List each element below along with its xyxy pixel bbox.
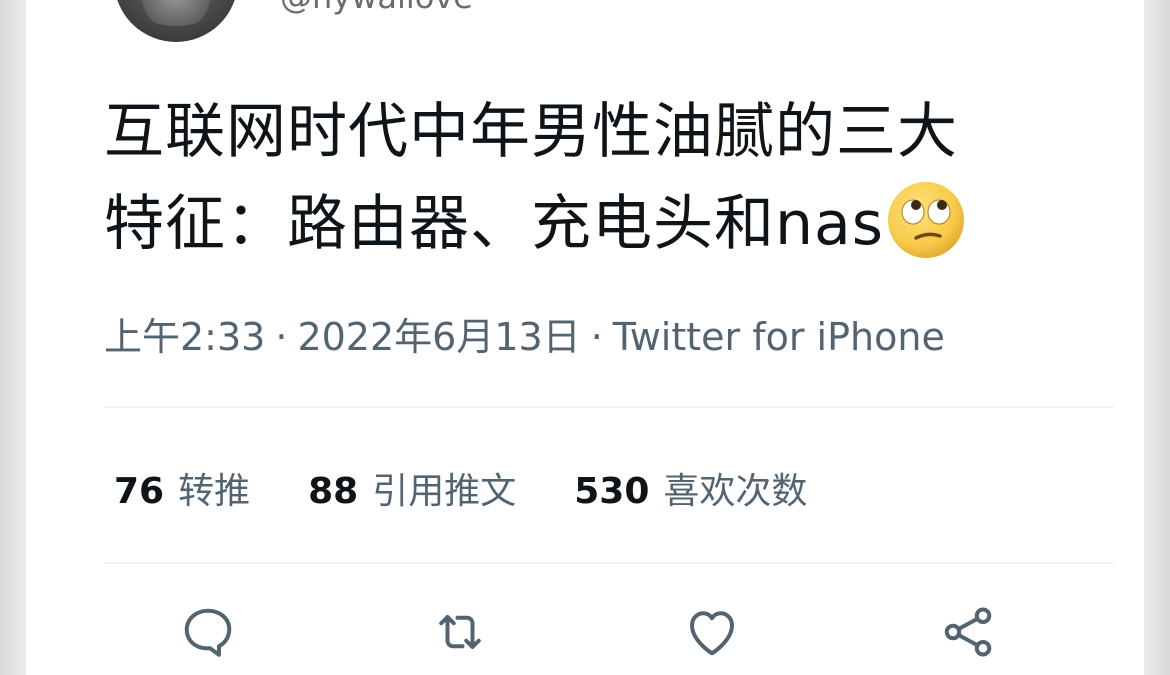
meta-separator: · bbox=[590, 315, 603, 359]
reply-icon bbox=[184, 608, 232, 657]
stat-count: 76 bbox=[114, 471, 165, 512]
divider-top bbox=[104, 406, 1114, 408]
stat-label: 引用推文 bbox=[372, 471, 517, 512]
user-handle[interactable]: @nywallove bbox=[280, 0, 473, 16]
stat-quote-tweets[interactable]: 88 引用推文 bbox=[308, 462, 516, 514]
stat-likes[interactable]: 530 喜欢次数 bbox=[574, 462, 807, 514]
like-button[interactable] bbox=[680, 600, 744, 664]
tweet-time[interactable]: 上午2:33 bbox=[104, 315, 265, 359]
tweet-card: @nywallove 互联网时代中年男性油腻的三大 特征：路由器、充电头和nas bbox=[26, 0, 1144, 675]
stat-count: 88 bbox=[308, 471, 359, 512]
share-button[interactable] bbox=[936, 600, 1000, 664]
background-left-edge bbox=[0, 0, 26, 675]
retweet-icon bbox=[439, 615, 481, 649]
action-bar bbox=[26, 600, 1144, 664]
tweet-stats: 76 转推 88 引用推文 530 喜欢次数 bbox=[114, 462, 807, 514]
tweet-text: 互联网时代中年男性油腻的三大 特征：路由器、充电头和nas bbox=[104, 86, 1084, 270]
tweet-date[interactable]: 2022年6月13日 bbox=[297, 315, 580, 359]
tweet-text-line-2-content: 特征：路由器、充电头和nas bbox=[104, 189, 885, 259]
share-icon bbox=[944, 607, 992, 657]
background-right-edge bbox=[1144, 0, 1170, 675]
tweet-text-line-1: 互联网时代中年男性油腻的三大 bbox=[104, 97, 958, 167]
tweet-meta: 上午2:33 · 2022年6月13日 · Twitter for iPhone bbox=[104, 306, 945, 361]
retweet-button[interactable] bbox=[428, 600, 492, 664]
stat-count: 530 bbox=[574, 471, 650, 512]
divider-bottom bbox=[104, 562, 1114, 564]
tweet-text-line-2: 特征：路由器、充电头和nas bbox=[104, 178, 1084, 270]
stat-retweets[interactable]: 76 转推 bbox=[114, 462, 250, 514]
avatar[interactable] bbox=[114, 0, 238, 42]
heart-icon bbox=[690, 611, 734, 656]
stat-label: 转推 bbox=[178, 471, 251, 512]
tweet-source[interactable]: Twitter for iPhone bbox=[613, 315, 945, 359]
rolling-eyes-emoji-icon bbox=[888, 182, 965, 258]
meta-separator: · bbox=[275, 315, 288, 359]
stat-label: 喜欢次数 bbox=[663, 471, 808, 512]
reply-button[interactable] bbox=[176, 600, 240, 664]
